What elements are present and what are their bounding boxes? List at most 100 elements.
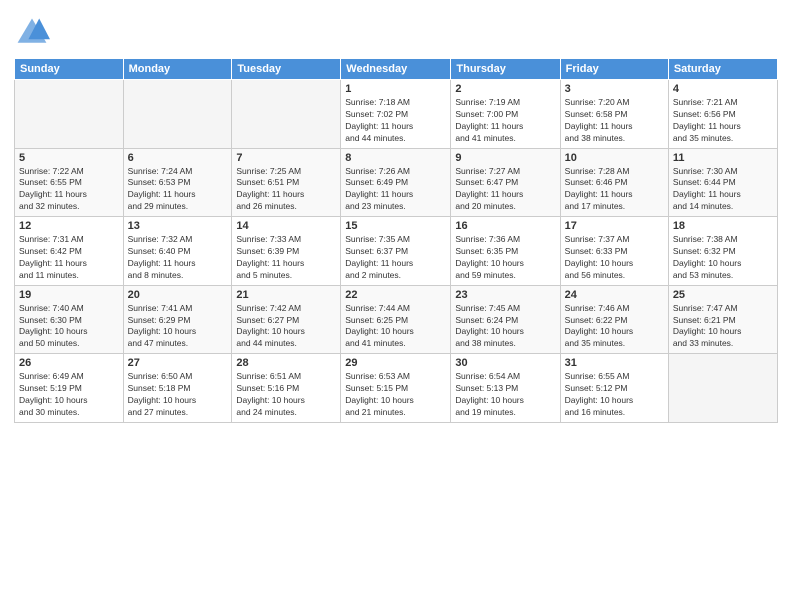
day-number: 6 [128,152,228,164]
day-info: Sunrise: 7:46 AM Sunset: 6:22 PM Dayligh… [565,303,664,351]
calendar-cell: 8Sunrise: 7:26 AM Sunset: 6:49 PM Daylig… [341,148,451,217]
day-info: Sunrise: 7:36 AM Sunset: 6:35 PM Dayligh… [455,234,555,282]
day-number: 24 [565,289,664,301]
calendar-cell: 13 Sunrise: 7:32 AM Sunset: 6:40 PM Dayli… [123,217,232,286]
calendar-cell [15,80,124,149]
logo [14,14,54,50]
day-info: Sunrise: 7:22 AM Sunset: 6:55 PM Dayligh… [19,166,119,214]
day-info: Sunrise: 7:28 AM Sunset: 6:46 PM Dayligh… [565,166,664,214]
day-number: 23 [455,289,555,301]
day-number: 30 [455,357,555,369]
day-info: Sunrise: 7:42 AM Sunset: 6:27 PM Dayligh… [236,303,336,351]
calendar-week-row-4: 19 Sunrise: 7:40 AM Sunset: 6:30 PM Dayli… [15,285,778,354]
calendar-cell: 10 Sunrise: 7:28 AM Sunset: 6:46 PM Dayli… [560,148,668,217]
calendar-table: SundayMondayTuesdayWednesdayThursdayFrid… [14,58,778,423]
col-header-sunday: Sunday [15,59,124,80]
day-info: Sunrise: 7:19 AM Sunset: 7:00 PM Dayligh… [455,97,555,145]
calendar-week-row-5: 26 Sunrise: 6:49 AM Sunset: 5:19 PM Dayli… [15,354,778,423]
calendar-cell: 14 Sunrise: 7:33 AM Sunset: 6:39 PM Dayli… [232,217,341,286]
calendar-cell: 25 Sunrise: 7:47 AM Sunset: 6:21 PM Dayli… [668,285,777,354]
day-number: 15 [345,220,446,232]
day-info: Sunrise: 6:51 AM Sunset: 5:16 PM Dayligh… [236,371,336,419]
calendar-cell: 12Sunrise: 7:31 AM Sunset: 6:42 PM Dayli… [15,217,124,286]
calendar-cell: 23 Sunrise: 7:45 AM Sunset: 6:24 PM Dayli… [451,285,560,354]
day-number: 4 [673,83,773,95]
calendar-cell: 6 Sunrise: 7:24 AM Sunset: 6:53 PM Daylig… [123,148,232,217]
day-number: 21 [236,289,336,301]
day-info: Sunrise: 7:21 AM Sunset: 6:56 PM Dayligh… [673,97,773,145]
day-number: 5 [19,152,119,164]
day-info: Sunrise: 6:53 AM Sunset: 5:15 PM Dayligh… [345,371,446,419]
calendar-header-row: SundayMondayTuesdayWednesdayThursdayFrid… [15,59,778,80]
day-number: 26 [19,357,119,369]
day-number: 3 [565,83,664,95]
day-number: 19 [19,289,119,301]
day-info: Sunrise: 7:24 AM Sunset: 6:53 PM Dayligh… [128,166,228,214]
calendar-cell: 18Sunrise: 7:38 AM Sunset: 6:32 PM Dayli… [668,217,777,286]
day-number: 18 [673,220,773,232]
calendar-cell: 24 Sunrise: 7:46 AM Sunset: 6:22 PM Dayli… [560,285,668,354]
logo-icon [14,14,50,50]
day-info: Sunrise: 7:33 AM Sunset: 6:39 PM Dayligh… [236,234,336,282]
calendar-cell: 26 Sunrise: 6:49 AM Sunset: 5:19 PM Dayli… [15,354,124,423]
calendar-cell: 27Sunrise: 6:50 AM Sunset: 5:18 PM Dayli… [123,354,232,423]
calendar-week-row-2: 5 Sunrise: 7:22 AM Sunset: 6:55 PM Daylig… [15,148,778,217]
day-info: Sunrise: 7:41 AM Sunset: 6:29 PM Dayligh… [128,303,228,351]
day-info: Sunrise: 6:54 AM Sunset: 5:13 PM Dayligh… [455,371,555,419]
calendar-cell: 11Sunrise: 7:30 AM Sunset: 6:44 PM Dayli… [668,148,777,217]
calendar-cell: 16 Sunrise: 7:36 AM Sunset: 6:35 PM Dayli… [451,217,560,286]
calendar-cell: 21 Sunrise: 7:42 AM Sunset: 6:27 PM Dayli… [232,285,341,354]
day-number: 12 [19,220,119,232]
col-header-wednesday: Wednesday [341,59,451,80]
day-number: 14 [236,220,336,232]
day-number: 13 [128,220,228,232]
day-info: Sunrise: 7:18 AM Sunset: 7:02 PM Dayligh… [345,97,446,145]
calendar-cell: 29Sunrise: 6:53 AM Sunset: 5:15 PM Dayli… [341,354,451,423]
day-info: Sunrise: 7:35 AM Sunset: 6:37 PM Dayligh… [345,234,446,282]
day-info: Sunrise: 7:25 AM Sunset: 6:51 PM Dayligh… [236,166,336,214]
day-number: 8 [345,152,446,164]
day-info: Sunrise: 7:47 AM Sunset: 6:21 PM Dayligh… [673,303,773,351]
calendar-cell: 4 Sunrise: 7:21 AM Sunset: 6:56 PM Daylig… [668,80,777,149]
day-number: 25 [673,289,773,301]
day-info: Sunrise: 7:44 AM Sunset: 6:25 PM Dayligh… [345,303,446,351]
col-header-saturday: Saturday [668,59,777,80]
day-number: 22 [345,289,446,301]
day-number: 31 [565,357,664,369]
col-header-thursday: Thursday [451,59,560,80]
calendar-cell: 1 Sunrise: 7:18 AM Sunset: 7:02 PM Daylig… [341,80,451,149]
calendar-cell [123,80,232,149]
day-number: 20 [128,289,228,301]
day-info: Sunrise: 7:30 AM Sunset: 6:44 PM Dayligh… [673,166,773,214]
day-number: 16 [455,220,555,232]
day-info: Sunrise: 6:55 AM Sunset: 5:12 PM Dayligh… [565,371,664,419]
calendar-cell: 3Sunrise: 7:20 AM Sunset: 6:58 PM Daylig… [560,80,668,149]
calendar-cell: 5 Sunrise: 7:22 AM Sunset: 6:55 PM Daylig… [15,148,124,217]
day-number: 2 [455,83,555,95]
col-header-tuesday: Tuesday [232,59,341,80]
day-number: 1 [345,83,446,95]
calendar-cell: 30 Sunrise: 6:54 AM Sunset: 5:13 PM Dayli… [451,354,560,423]
day-number: 10 [565,152,664,164]
day-info: Sunrise: 6:49 AM Sunset: 5:19 PM Dayligh… [19,371,119,419]
calendar-cell: 31 Sunrise: 6:55 AM Sunset: 5:12 PM Dayli… [560,354,668,423]
calendar-cell: 15 Sunrise: 7:35 AM Sunset: 6:37 PM Dayli… [341,217,451,286]
calendar-cell: 9Sunrise: 7:27 AM Sunset: 6:47 PM Daylig… [451,148,560,217]
day-number: 17 [565,220,664,232]
calendar-cell: 17Sunrise: 7:37 AM Sunset: 6:33 PM Dayli… [560,217,668,286]
col-header-monday: Monday [123,59,232,80]
day-info: Sunrise: 7:45 AM Sunset: 6:24 PM Dayligh… [455,303,555,351]
day-number: 27 [128,357,228,369]
calendar-cell [668,354,777,423]
calendar-cell: 20 Sunrise: 7:41 AM Sunset: 6:29 PM Dayli… [123,285,232,354]
calendar-week-row-3: 12Sunrise: 7:31 AM Sunset: 6:42 PM Dayli… [15,217,778,286]
col-header-friday: Friday [560,59,668,80]
day-info: Sunrise: 7:40 AM Sunset: 6:30 PM Dayligh… [19,303,119,351]
day-info: Sunrise: 7:32 AM Sunset: 6:40 PM Dayligh… [128,234,228,282]
calendar-cell: 19 Sunrise: 7:40 AM Sunset: 6:30 PM Dayli… [15,285,124,354]
calendar-cell: 2 Sunrise: 7:19 AM Sunset: 7:00 PM Daylig… [451,80,560,149]
calendar-cell: 7Sunrise: 7:25 AM Sunset: 6:51 PM Daylig… [232,148,341,217]
day-number: 28 [236,357,336,369]
calendar-cell: 28 Sunrise: 6:51 AM Sunset: 5:16 PM Dayli… [232,354,341,423]
calendar-week-row-1: 1 Sunrise: 7:18 AM Sunset: 7:02 PM Daylig… [15,80,778,149]
